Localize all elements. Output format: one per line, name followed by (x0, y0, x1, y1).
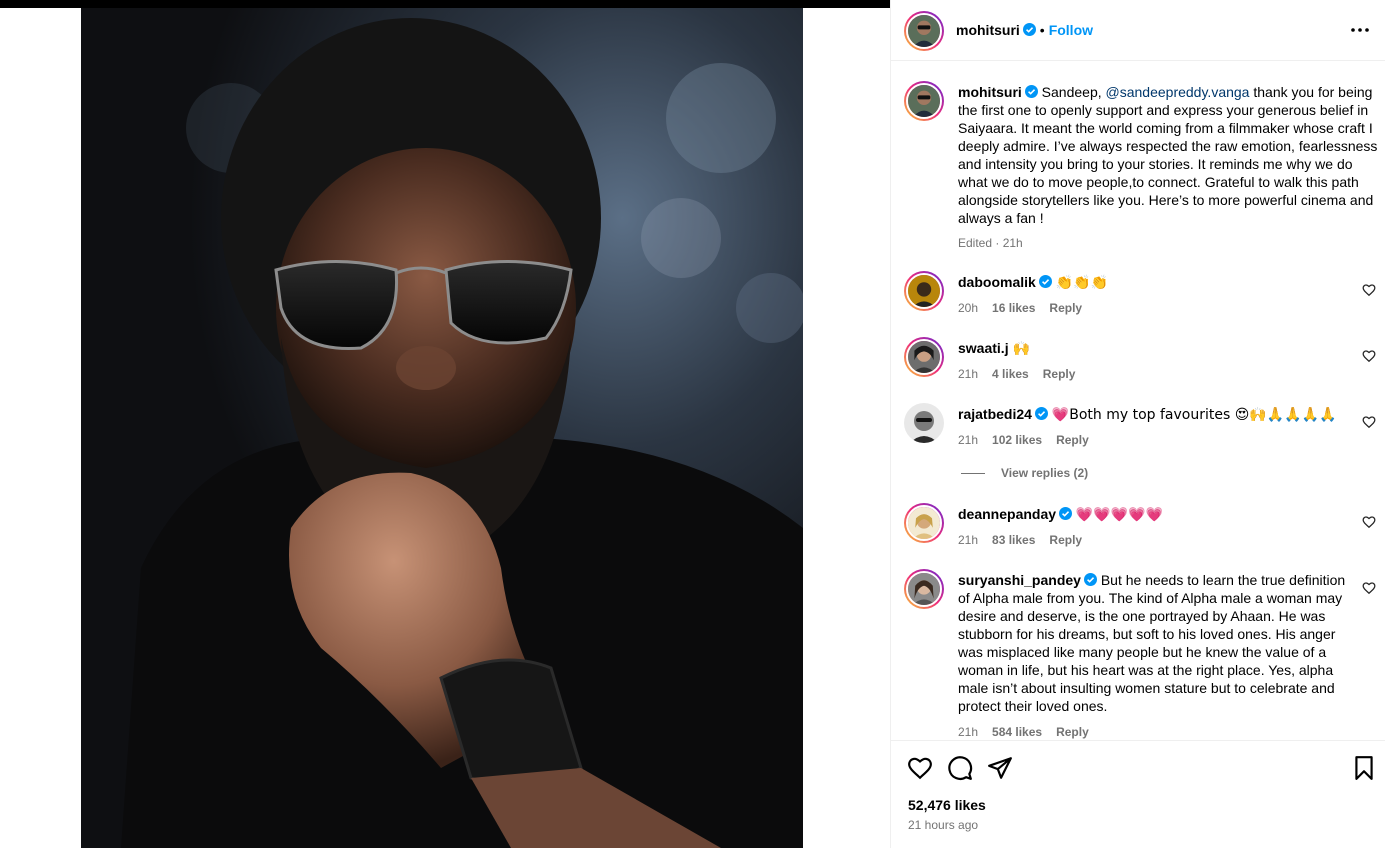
bookmark-icon[interactable] (1351, 755, 1377, 781)
comment-avatar[interactable] (904, 503, 944, 543)
comment-text: 👏👏👏 (1055, 275, 1108, 291)
comment-username[interactable]: rajatbedi24 (958, 406, 1032, 422)
comment-time: 21h (958, 725, 979, 739)
like-count[interactable]: 52,476 likes (908, 797, 986, 813)
reply-button[interactable]: Reply (1056, 725, 1089, 739)
comment-meta: 21h 584 likes Reply (958, 725, 1103, 739)
verified-icon (1022, 23, 1036, 36)
verified-icon (1083, 573, 1097, 586)
comment-likes[interactable]: 83 likes (992, 533, 1035, 547)
comment-likes[interactable]: 584 likes (992, 725, 1042, 739)
comment-body: daboomalik 👏👏👏 (958, 273, 1350, 292)
comment-meta: 21h 4 likes Reply (958, 367, 1089, 381)
caption-text: mohitsuri Sandeep, @sandeepreddy.vanga t… (958, 83, 1378, 227)
caption-meta: Edited · 21h (958, 236, 1023, 250)
view-replies-label: View replies (2) (1001, 466, 1089, 480)
comment-username[interactable]: deannepanday (958, 506, 1056, 522)
header-separator: • (1039, 22, 1045, 38)
verified-icon (1034, 407, 1048, 420)
comment-likes[interactable]: 16 likes (992, 301, 1035, 315)
comment-heart-icon[interactable] (1362, 515, 1376, 529)
comment-text: But he needs to learn the true definitio… (958, 572, 1346, 714)
comment-text: 🙌 (1012, 341, 1030, 357)
reply-button[interactable]: Reply (1049, 301, 1082, 315)
comment-username[interactable]: daboomalik (958, 274, 1036, 290)
comment-body: deannepanday 💗💗💗💗💗 (958, 505, 1350, 524)
comment-text: 💗Both my top favourites 😍🙌🙏🙏🙏🙏 (1051, 407, 1337, 423)
more-options-icon[interactable] (1348, 20, 1372, 40)
comments-list[interactable]: mohitsuri Sandeep, @sandeepreddy.vanga t… (891, 62, 1385, 740)
comment-username[interactable]: suryanshi_pandey (958, 572, 1081, 588)
comment-time: 21h (958, 367, 979, 381)
comment-body: suryanshi_pandey But he needs to learn t… (958, 571, 1350, 715)
comment-meta: 21h 102 likes Reply (958, 433, 1103, 447)
comment-text: 💗💗💗💗💗 (1075, 507, 1164, 523)
comment-icon[interactable] (947, 755, 973, 781)
caption-body: thank you for being the first one to ope… (958, 84, 1378, 226)
comment-meta: 20h 16 likes Reply (958, 301, 1096, 315)
post-media-area (0, 0, 890, 848)
comment-avatar[interactable] (904, 337, 944, 377)
post-actions: 52,476 likes 21 hours ago (891, 740, 1385, 848)
comment-time: 21h (958, 533, 979, 547)
comment-body: swaati.j 🙌 (958, 339, 1350, 358)
comment-heart-icon[interactable] (1362, 349, 1376, 363)
caption-username[interactable]: mohitsuri (958, 84, 1022, 100)
caption-prefix: Sandeep, (1041, 84, 1106, 100)
comment-avatar[interactable] (904, 403, 944, 443)
comment-meta: 21h 83 likes Reply (958, 533, 1096, 547)
follow-button[interactable]: Follow (1049, 22, 1093, 38)
portrait-illustration (81, 8, 803, 848)
comment-likes[interactable]: 102 likes (992, 433, 1042, 447)
comment-heart-icon[interactable] (1362, 283, 1376, 297)
header-username[interactable]: mohitsuri (956, 22, 1020, 38)
comment-time: 20h (958, 301, 979, 315)
comment-body: rajatbedi24 💗Both my top favourites 😍🙌🙏🙏… (958, 405, 1350, 424)
header-user-line: mohitsuri • Follow (956, 21, 1093, 39)
verified-icon (1038, 275, 1052, 288)
view-replies-line (961, 472, 985, 474)
view-replies-button[interactable]: View replies (2) (961, 466, 1088, 480)
share-icon[interactable] (987, 755, 1013, 781)
reply-button[interactable]: Reply (1049, 533, 1082, 547)
comment-heart-icon[interactable] (1362, 581, 1376, 595)
caption-mention-link[interactable]: @sandeepreddy.vanga (1106, 84, 1250, 100)
comment-likes[interactable]: 4 likes (992, 367, 1029, 381)
reply-button[interactable]: Reply (1056, 433, 1089, 447)
media-top-strip (0, 0, 890, 8)
caption-avatar[interactable] (904, 81, 944, 121)
comment-heart-icon[interactable] (1362, 415, 1376, 429)
verified-icon (1024, 85, 1038, 98)
comment-time: 21h (958, 433, 979, 447)
post-timestamp: 21 hours ago (908, 818, 979, 832)
reply-button[interactable]: Reply (1043, 367, 1076, 381)
comment-avatar[interactable] (904, 569, 944, 609)
post-photo[interactable] (81, 8, 803, 848)
comment-avatar[interactable] (904, 271, 944, 311)
post-header: mohitsuri • Follow (891, 0, 1385, 61)
heart-icon[interactable] (907, 755, 933, 781)
verified-icon (1059, 507, 1073, 520)
author-avatar[interactable] (904, 11, 944, 51)
post-side-panel: mohitsuri • Follow mohitsuri Sandeep, @san… (890, 0, 1385, 848)
comment-username[interactable]: swaati.j (958, 340, 1009, 356)
